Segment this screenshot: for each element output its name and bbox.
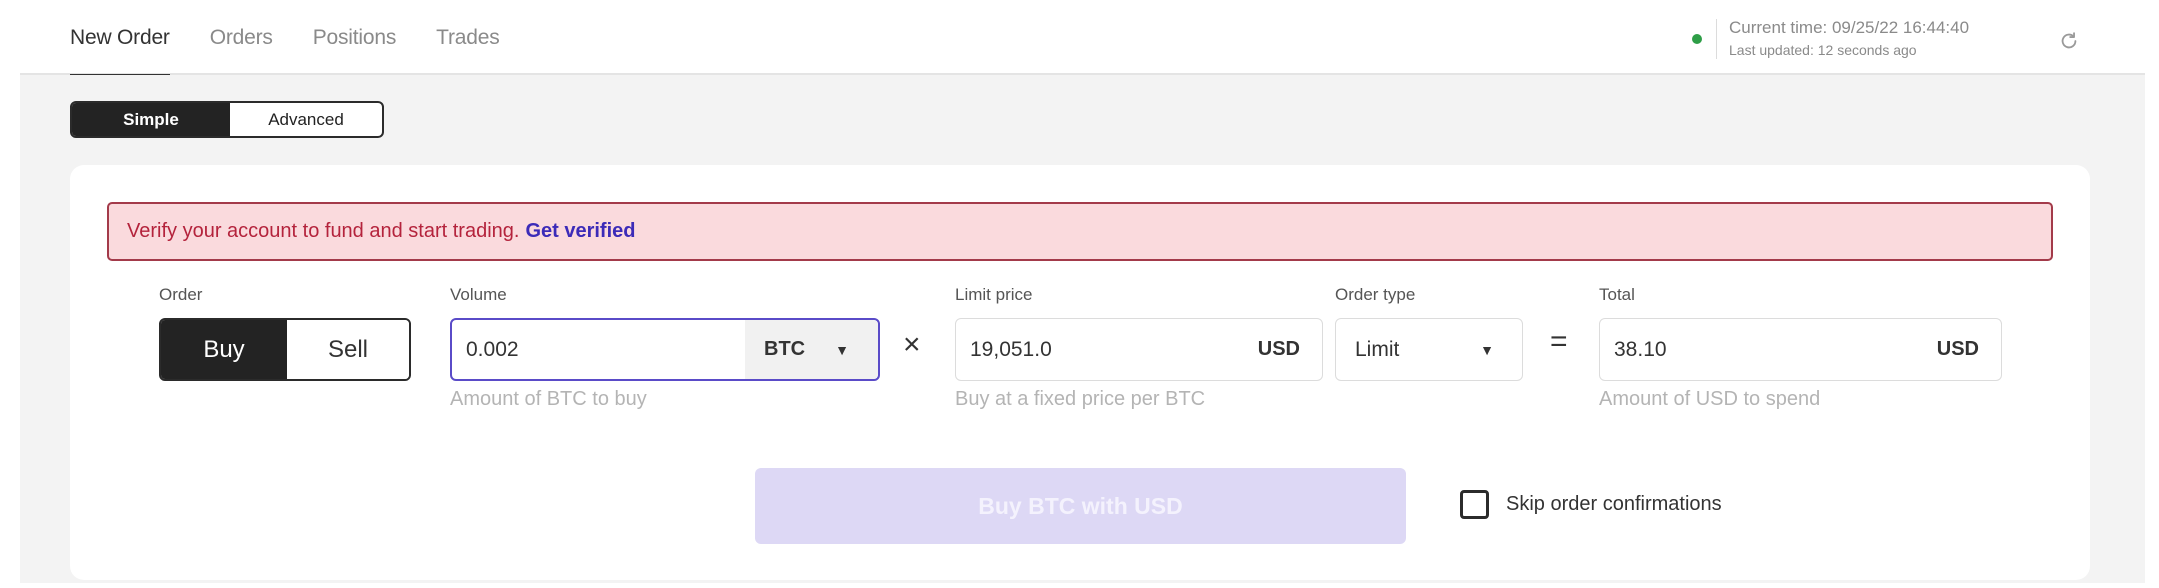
order-card: Verify your account to fund and start tr… bbox=[70, 165, 2090, 580]
order-type-value: Limit bbox=[1355, 337, 1400, 361]
equals-icon: = bbox=[1550, 325, 1568, 358]
buy-button[interactable]: Buy bbox=[161, 320, 287, 379]
divider bbox=[1716, 19, 1717, 59]
tab-orders[interactable]: Orders bbox=[210, 0, 273, 75]
volume-helper: Amount of BTC to buy bbox=[450, 388, 647, 410]
total-input[interactable] bbox=[1600, 319, 1937, 380]
total-unit: USD bbox=[1936, 338, 1979, 360]
last-updated: Last updated: 12 seconds ago bbox=[1729, 42, 1917, 58]
simple-mode-button[interactable]: Simple bbox=[72, 103, 230, 136]
alert-message: Verify your account to fund and start tr… bbox=[127, 220, 520, 242]
sell-button[interactable]: Sell bbox=[287, 320, 409, 379]
connection-status-dot-icon bbox=[1692, 34, 1702, 44]
tab-new-order[interactable]: New Order bbox=[70, 0, 170, 77]
advanced-mode-button[interactable]: Advanced bbox=[230, 103, 382, 136]
limit-price-field: USD bbox=[955, 318, 1323, 381]
limit-price-input[interactable] bbox=[956, 319, 1258, 380]
verification-alert: Verify your account to fund and start tr… bbox=[107, 202, 2053, 261]
buy-btc-submit-button[interactable]: Buy BTC with USD bbox=[755, 468, 1406, 544]
volume-input[interactable] bbox=[452, 320, 745, 379]
tab-positions[interactable]: Positions bbox=[313, 0, 397, 75]
volume-currency-select[interactable]: BTC ▼ bbox=[745, 320, 878, 379]
order-label: Order bbox=[159, 285, 203, 304]
skip-confirmations-option[interactable]: Skip order confirmations bbox=[1460, 490, 1722, 519]
mode-toggle: Simple Advanced bbox=[70, 101, 384, 138]
skip-confirmations-label: Skip order confirmations bbox=[1506, 493, 1722, 515]
status-indicator: Current time: 09/25/22 16:44:40 Last upd… bbox=[1692, 14, 1969, 64]
multiply-icon: × bbox=[903, 328, 921, 361]
order-type-label: Order type bbox=[1335, 285, 1416, 304]
limit-price-helper: Buy at a fixed price per BTC bbox=[955, 388, 1206, 410]
order-tabs: New Order Orders Positions Trades bbox=[70, 0, 540, 77]
tab-trades[interactable]: Trades bbox=[436, 0, 500, 75]
caret-down-icon: ▼ bbox=[835, 341, 849, 358]
current-time: Current time: 09/25/22 16:44:40 bbox=[1729, 18, 1970, 37]
total-field: USD bbox=[1599, 318, 2002, 381]
get-verified-link[interactable]: Get verified bbox=[525, 220, 635, 243]
volume-field: BTC ▼ bbox=[450, 318, 880, 381]
order-type-select[interactable]: Limit ▼ bbox=[1335, 318, 1523, 381]
total-helper: Amount of USD to spend bbox=[1599, 388, 1821, 410]
time-info: Current time: 09/25/22 16:44:40 Last upd… bbox=[1729, 17, 1969, 61]
limit-price-unit: USD bbox=[1257, 338, 1300, 360]
buy-sell-toggle: Buy Sell bbox=[159, 318, 411, 381]
limit-price-label: Limit price bbox=[955, 285, 1033, 304]
skip-confirmations-checkbox[interactable] bbox=[1460, 490, 1489, 519]
volume-currency: BTC bbox=[764, 338, 806, 360]
total-label: Total bbox=[1599, 285, 1635, 304]
refresh-icon[interactable] bbox=[2058, 30, 2080, 52]
volume-label: Volume bbox=[450, 285, 507, 304]
caret-down-icon: ▼ bbox=[1480, 341, 1494, 358]
